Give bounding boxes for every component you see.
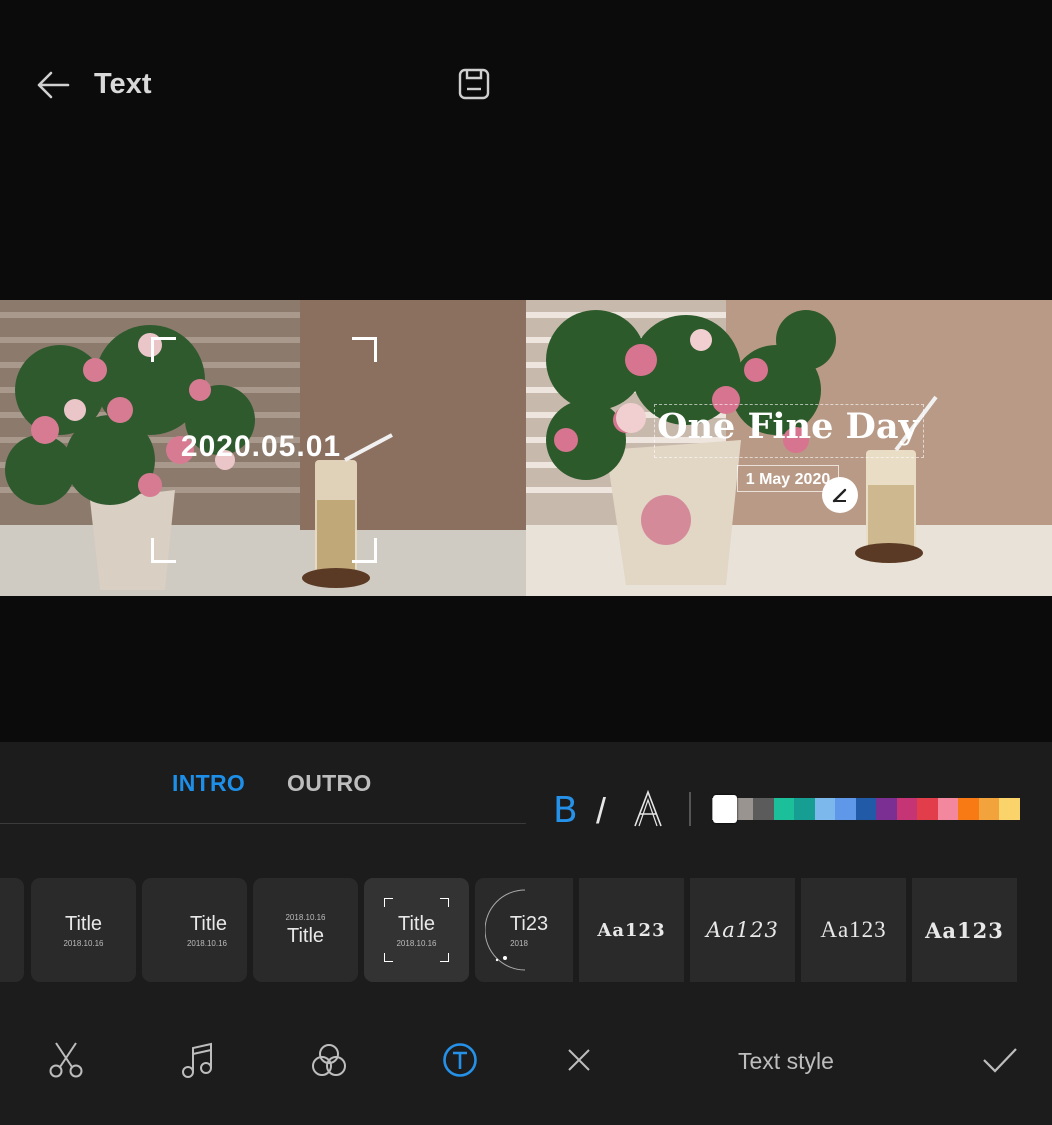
color-swatch[interactable] [876, 798, 897, 820]
color-swatch[interactable] [937, 798, 958, 820]
tab-intro[interactable]: INTRO [172, 770, 245, 797]
color-swatch[interactable] [773, 798, 794, 820]
color-swatch[interactable] [835, 798, 856, 820]
color-palette[interactable] [712, 798, 1020, 820]
font-item[interactable]: Aa123 [801, 878, 906, 982]
format-divider [689, 792, 691, 826]
template-item[interactable]: Title 2018.10.16 [31, 878, 136, 982]
back-button[interactable] [30, 62, 76, 108]
preview-clip-left[interactable]: 2020.05.01 [0, 300, 526, 596]
text-style-label: Text style [738, 1048, 834, 1074]
font-item[interactable]: Aa123 [912, 878, 1017, 982]
italic-button[interactable]: / [596, 790, 606, 832]
color-slider-handle[interactable] [713, 795, 737, 823]
music-note-icon [182, 1042, 212, 1078]
save-icon [458, 68, 490, 100]
color-swatch[interactable] [896, 798, 917, 820]
template-item[interactable]: 2018.10.16 Title [253, 878, 358, 982]
color-swatch[interactable] [794, 798, 815, 820]
color-swatch[interactable] [917, 798, 938, 820]
cut-button[interactable] [42, 1036, 90, 1084]
color-swatch[interactable] [753, 798, 774, 820]
color-swatch[interactable] [855, 798, 876, 820]
date-caption: 2020.05.01 [180, 430, 342, 463]
confirm-button[interactable] [976, 1036, 1024, 1084]
tab-outro[interactable]: OUTRO [287, 770, 372, 797]
arc-decoration-icon [485, 889, 526, 971]
filter-button[interactable] [305, 1036, 353, 1084]
check-icon [983, 1048, 1017, 1073]
template-item[interactable]: Ti23 2018 [475, 878, 573, 982]
save-button[interactable] [452, 62, 496, 106]
close-button[interactable] [555, 1036, 603, 1084]
color-swatch[interactable] [978, 798, 999, 820]
arrow-left-icon [37, 71, 70, 99]
page-title: Text [94, 68, 152, 100]
color-swatch[interactable] [814, 798, 835, 820]
color-swatch[interactable] [958, 798, 979, 820]
font-item[interactable]: Aa123 [690, 878, 795, 982]
overlay-title[interactable]: One Fine Day [654, 406, 922, 447]
tabs-divider [0, 823, 526, 824]
template-item-selected[interactable]: Title 2018.10.16 [364, 878, 469, 982]
bold-button[interactable]: B [553, 790, 578, 831]
music-button[interactable] [173, 1036, 221, 1084]
scissors-icon [49, 1042, 83, 1078]
template-item-partial[interactable] [0, 878, 24, 982]
outline-text-icon [634, 789, 662, 827]
preview-clip-right[interactable]: One Fine Day 1 May 2020 [526, 300, 1052, 596]
close-icon [568, 1049, 590, 1071]
text-icon [443, 1043, 477, 1077]
filter-circles-icon [312, 1044, 346, 1076]
edit-pen-icon [832, 488, 847, 503]
font-item[interactable]: Aa123 [579, 878, 684, 982]
color-swatch[interactable] [999, 798, 1020, 820]
text-button[interactable] [436, 1036, 484, 1084]
edit-text-button[interactable] [822, 477, 858, 513]
outline-button[interactable] [633, 789, 663, 837]
template-item[interactable]: Title 2018.10.16 [142, 878, 247, 982]
